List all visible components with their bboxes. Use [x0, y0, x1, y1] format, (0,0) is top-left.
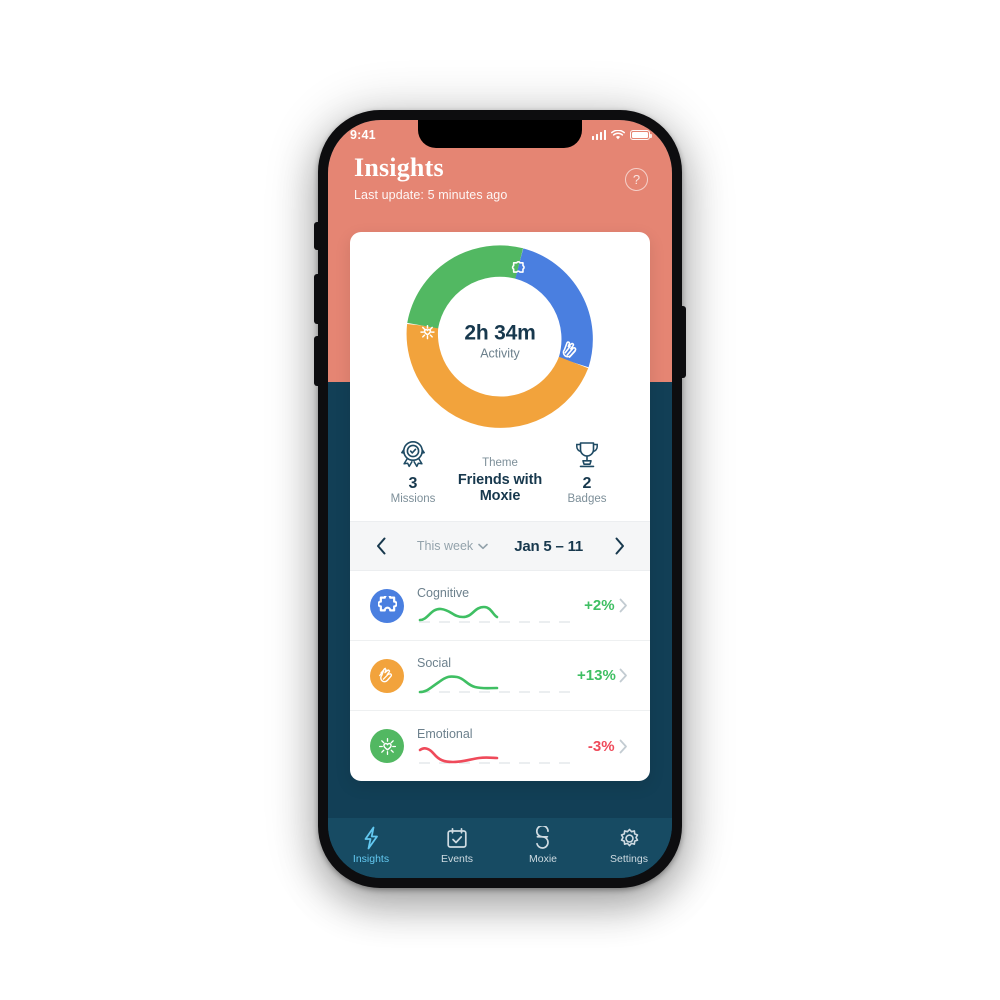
phone-bezel: 9:41 Insights Last update: 5 minutes ago… [328, 120, 672, 878]
metric-name: Cognitive [417, 586, 470, 601]
volume-down-button[interactable] [314, 336, 321, 386]
wifi-icon [611, 129, 625, 139]
theme-value: Friends with Moxie [457, 472, 543, 505]
calendar-check-icon [414, 825, 500, 851]
tab-label: Moxie [528, 853, 557, 865]
gear-icon [586, 825, 672, 851]
week-range-label: Jan 5 – 11 [514, 537, 584, 555]
chevron-down-icon [478, 543, 488, 549]
activity-donut-chart: 2h 34m Activity [350, 238, 650, 444]
tab-insights[interactable]: Insights [328, 825, 414, 865]
page-title: Insights [354, 153, 444, 182]
badges-caption: Badges [567, 493, 607, 506]
badges-count: 2 [582, 475, 592, 492]
status-indicators [591, 129, 652, 141]
chevron-right-icon [619, 668, 628, 683]
page-header: Insights Last update: 5 minutes ago ? [328, 153, 672, 202]
week-selector: This week Jan 5 – 11 [350, 521, 650, 572]
metric-chevron-cognitive[interactable] [615, 598, 632, 613]
missions-stat[interactable]: 3 Missions [374, 438, 452, 505]
volume-up-button[interactable] [314, 274, 321, 324]
donut-center-label: 2h 34m Activity [430, 322, 570, 361]
mute-switch[interactable] [314, 222, 321, 250]
power-button[interactable] [679, 306, 686, 378]
status-time: 9:41 [350, 128, 376, 142]
metric-badge-emotional [370, 729, 404, 764]
chevron-left-icon [376, 537, 385, 555]
metric-chevron-social[interactable] [616, 668, 632, 683]
tab-label: Settings [610, 853, 648, 865]
tab-settings[interactable]: Settings [586, 825, 672, 865]
metric-delta: -3% [587, 737, 615, 755]
activity-total-caption: Activity [480, 346, 520, 361]
donut-segment-emotional [407, 245, 524, 329]
battery-icon [630, 130, 652, 140]
metric-delta: +13% [577, 667, 616, 685]
week-scope-label: This week [416, 539, 474, 554]
missions-caption: Missions [390, 493, 436, 506]
chevron-right-icon [615, 537, 624, 555]
phone-device-frame: 9:41 Insights Last update: 5 minutes ago… [314, 110, 686, 888]
clapping-hands-icon [379, 667, 393, 683]
metric-info-emotional: Emotional [417, 725, 577, 768]
metric-name: Emotional [417, 726, 473, 741]
metric-badge-cognitive [370, 588, 404, 623]
theme-caption: Theme [482, 457, 518, 470]
phone-screen: 9:41 Insights Last update: 5 minutes ago… [328, 120, 672, 878]
lightning-bolt-icon [328, 825, 414, 851]
week-selector-center: This week Jan 5 – 11 [394, 538, 606, 555]
metric-badge-social [370, 658, 404, 693]
sun-heart-icon [378, 737, 396, 755]
prev-week-button[interactable] [368, 537, 394, 555]
chevron-right-icon [619, 598, 627, 613]
tab-label: Insights [352, 853, 390, 865]
activity-total-value: 2h 34m [464, 321, 536, 345]
tab-moxie[interactable]: Moxie [500, 825, 586, 865]
tab-events[interactable]: Events [414, 825, 500, 865]
bottom-tab-bar: Insights Events Moxie Settings [328, 818, 672, 878]
moxie-robot-icon [500, 825, 586, 851]
metric-row-social[interactable]: Social +13% [350, 641, 650, 712]
puzzle-icon [377, 596, 397, 612]
metric-chevron-emotional[interactable] [615, 739, 632, 754]
metric-sparkline-social [417, 671, 577, 697]
device-notch [418, 120, 582, 148]
metric-name: Social [417, 656, 452, 671]
insights-card: 2h 34m Activity 3 Missions Theme Friends… [350, 232, 650, 782]
metric-row-emotional[interactable]: Emotional -3% [350, 711, 650, 781]
summary-stats-row: 3 Missions Theme Friends with Moxie 2 Ba… [350, 438, 650, 521]
chevron-right-icon [619, 739, 627, 754]
metric-info-social: Social [417, 654, 577, 697]
theme-block: Theme Friends with Moxie [452, 457, 548, 505]
tab-label: Events [440, 853, 474, 865]
cellular-bars-icon [591, 130, 606, 140]
metric-delta: +2% [584, 597, 615, 615]
help-icon[interactable]: ? [625, 168, 648, 191]
badges-stat[interactable]: 2 Badges [548, 438, 626, 505]
metric-row-cognitive[interactable]: Cognitive +2% [350, 571, 650, 642]
missions-count: 3 [408, 475, 418, 492]
metric-sparkline-emotional [417, 742, 577, 768]
metric-sparkline-cognitive [417, 601, 577, 627]
week-scope-dropdown[interactable]: This week [417, 539, 488, 553]
page-stage: 9:41 Insights Last update: 5 minutes ago… [0, 0, 1000, 1000]
metric-info-cognitive: Cognitive [417, 584, 577, 627]
last-update-text: Last update: 5 minutes ago [354, 187, 508, 202]
next-week-button[interactable] [606, 537, 632, 555]
